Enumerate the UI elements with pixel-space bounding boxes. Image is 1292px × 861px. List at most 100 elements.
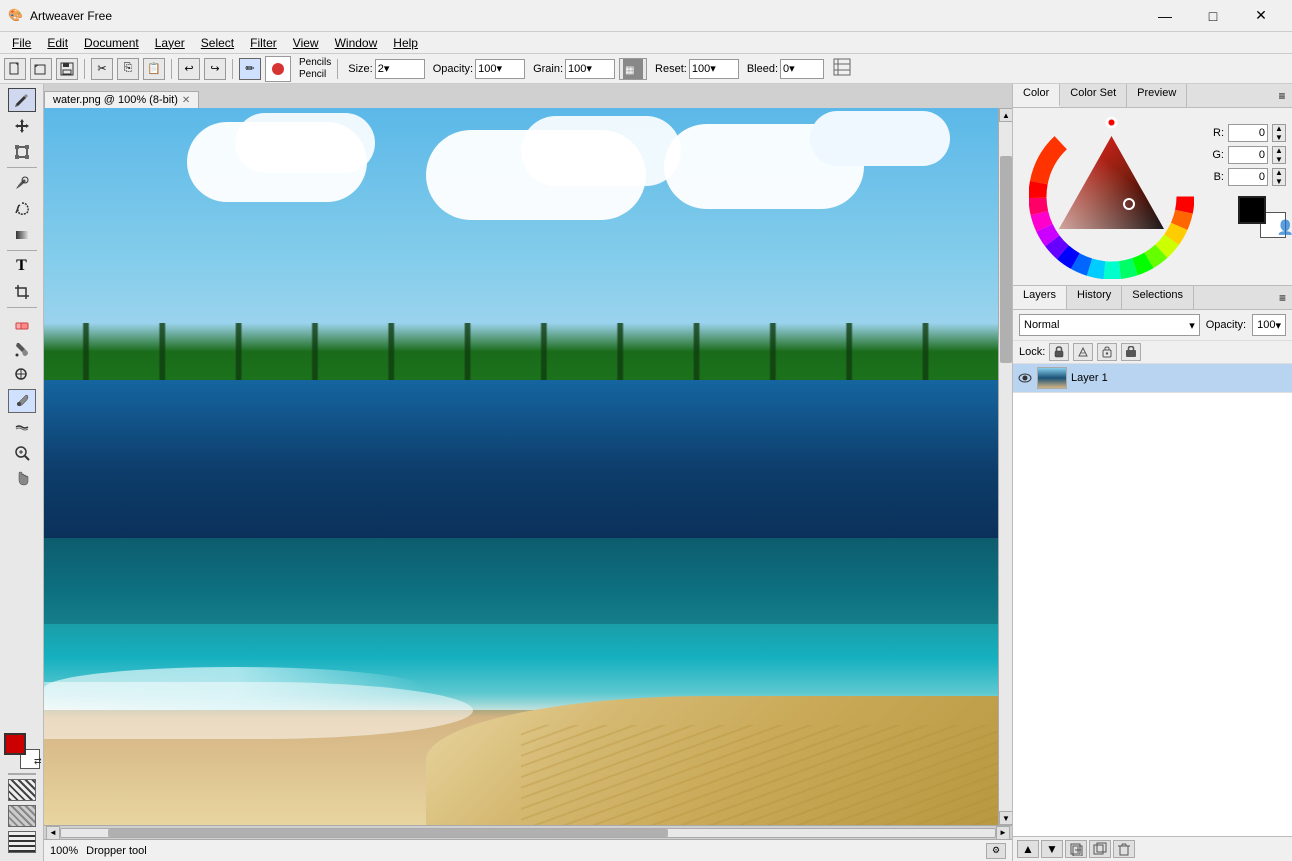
color-reset-icon[interactable]: 👤 [1277,219,1292,236]
menu-window[interactable]: Window [327,34,386,52]
layer-visibility-toggle[interactable] [1017,370,1033,386]
move-tool-btn[interactable] [8,114,36,138]
blend-mode-dropdown[interactable]: Normal ▾ [1019,314,1200,336]
scrollbar-h-thumb[interactable] [108,829,668,837]
r-spinner[interactable]: ▲▼ [1272,124,1286,142]
lock-position-button[interactable] [1097,343,1117,361]
hand-tool-btn[interactable] [8,467,36,491]
paper-texture-swatch[interactable] [8,805,36,827]
canvas-tab-close[interactable]: ✕ [182,95,190,106]
brush-preview[interactable] [265,56,291,82]
redo-button[interactable]: ↪ [204,58,226,80]
menu-file[interactable]: File [4,34,39,52]
tab-preview[interactable]: Preview [1127,84,1187,107]
open-button[interactable] [30,58,52,80]
canvas-drawing-surface[interactable] [44,108,998,825]
brush-name: Pencil [299,69,331,81]
b-spinner[interactable]: ▲▼ [1272,168,1286,186]
close-button[interactable]: ✕ [1238,0,1284,32]
brush-tool-btn[interactable] [8,171,36,195]
eraser-tool-btn[interactable] [8,311,36,335]
maximize-button[interactable]: □ [1190,0,1236,32]
transform-tool-btn[interactable] [8,140,36,164]
cloud-2 [235,113,375,173]
g-input[interactable] [1228,146,1268,164]
canvas-image-area[interactable] [44,108,998,825]
lock-pixels-button[interactable] [1049,343,1069,361]
scroll-left-button[interactable]: ◄ [46,826,60,840]
opacity-value: 100 [478,63,496,75]
layers-panel-settings[interactable]: ≡ [1273,286,1292,309]
move-layer-up-button[interactable]: ▲ [1017,840,1039,858]
opacity-dropdown-layers[interactable]: 100 ▾ [1252,314,1286,336]
opacity-dropdown[interactable]: 100 ▾ [475,59,525,79]
opacity-label: Opacity: [433,63,473,75]
menu-select[interactable]: Select [193,34,242,52]
smudge-tool-btn[interactable] [8,415,36,439]
grain-dropdown[interactable]: 100 ▾ [565,59,615,79]
color-wheel-container[interactable] [1029,114,1194,279]
new-layer-button[interactable] [1065,840,1087,858]
scroll-thumb[interactable] [1000,156,1012,363]
clone-tool-btn[interactable] [8,363,36,387]
delete-layer-button[interactable] [1113,840,1135,858]
move-layer-down-button[interactable]: ▼ [1041,840,1063,858]
r-input[interactable] [1228,124,1268,142]
menu-filter[interactable]: Filter [242,34,285,52]
reset-label: Reset: [655,63,687,75]
pencil-tool-btn[interactable] [8,88,36,112]
tab-history[interactable]: History [1067,286,1122,309]
gradient-tool-btn[interactable] [8,223,36,247]
blend-mode-arrow: ▾ [1189,319,1195,332]
layer-item[interactable]: Layer 1 [1013,364,1292,393]
scroll-right-button[interactable]: ► [996,826,1010,840]
crop-tool-btn[interactable] [8,280,36,304]
pencil-tool-button[interactable]: ✏ [239,58,261,80]
color-fg-swatch[interactable] [1238,196,1266,224]
menu-help[interactable]: Help [385,34,426,52]
scroll-down-button[interactable]: ▼ [999,811,1012,825]
lock-alpha-button[interactable] [1073,343,1093,361]
minimize-button[interactable]: — [1142,0,1188,32]
copy-button[interactable]: ⎘ [117,58,139,80]
b-input[interactable] [1228,168,1268,186]
cut-button[interactable]: ✂ [91,58,113,80]
color-panel-settings[interactable]: ≡ [1272,84,1292,107]
cloud-4 [521,116,681,186]
lasso-tool-btn[interactable] [8,197,36,221]
bleed-dropdown[interactable]: 0 ▾ [780,59,824,79]
paste-button[interactable]: 📋 [143,58,165,80]
lock-all-button[interactable] [1121,343,1141,361]
color-wheel-section: R: ▲▼ G: ▲▼ B: ▲▼ [1013,108,1292,285]
menu-edit[interactable]: Edit [39,34,76,52]
scroll-up-button[interactable]: ▲ [999,108,1012,122]
size-dropdown[interactable]: 2 ▾ [375,59,425,79]
duplicate-layer-button[interactable] [1089,840,1111,858]
undo-button[interactable]: ↩ [178,58,200,80]
save-button[interactable] [56,58,78,80]
tab-color[interactable]: Color [1013,84,1060,107]
zoom-tool-btn[interactable] [8,441,36,465]
gradient-swatch[interactable] [8,831,36,853]
canvas-tab-water[interactable]: water.png @ 100% (8-bit) ✕ [44,91,199,108]
menu-view[interactable]: View [285,34,327,52]
tab-selections[interactable]: Selections [1122,286,1194,309]
new-button[interactable] [4,58,26,80]
g-spinner[interactable]: ▲▼ [1272,146,1286,164]
reset-dropdown[interactable]: 100 ▾ [689,59,739,79]
fill-tool-btn[interactable] [8,337,36,361]
brush-pattern-swatch[interactable] [8,779,36,801]
layers-opacity-arrow: ▾ [1275,319,1281,332]
text-tool-btn[interactable]: T [8,254,36,278]
status-settings-button[interactable]: ⚙ [986,843,1006,859]
tab-layers[interactable]: Layers [1013,286,1067,309]
layer-name: Layer 1 [1071,372,1288,384]
fg-bg-color-selector[interactable]: ⇄ [4,733,40,769]
eyedropper-tool-btn[interactable] [8,389,36,413]
menu-layer[interactable]: Layer [147,34,193,52]
tab-color-set[interactable]: Color Set [1060,84,1127,107]
menu-document[interactable]: Document [76,34,147,52]
grain-picker-button[interactable]: ▦ [619,58,647,80]
layers-opacity-value: 100 [1257,319,1275,331]
swap-colors-icon[interactable]: ⇄ [34,756,42,767]
